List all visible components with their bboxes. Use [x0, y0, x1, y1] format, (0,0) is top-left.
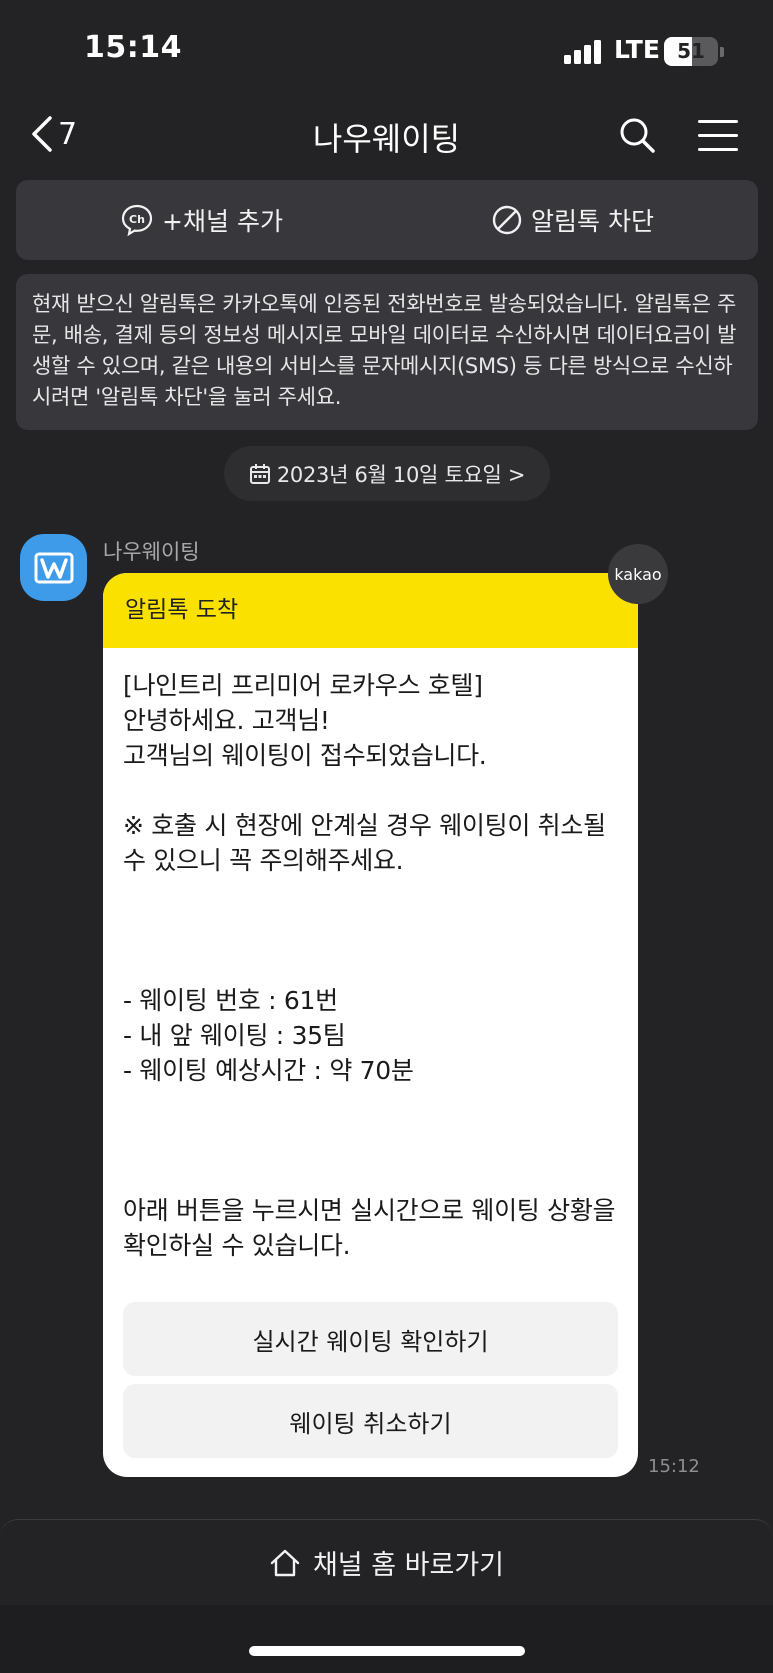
teams-ahead: - 내 앞 웨이팅 : 35팀	[123, 1021, 346, 1050]
battery-tip	[720, 47, 724, 57]
card-header: 알림톡 도착	[103, 573, 638, 648]
menu-line	[698, 134, 738, 137]
unread-count: 7	[58, 116, 78, 152]
back-button[interactable]: 7	[30, 114, 77, 154]
warning-text: ※ 호출 시 현장에 안계실 경우 웨이팅이 취소될 수 있으니 꼭 주의해주세…	[123, 811, 606, 875]
home-icon	[270, 1549, 300, 1576]
network-type: LTE	[614, 35, 660, 64]
alimtalk-notice: 현재 받으신 알림톡은 카카오톡에 인증된 전화번호로 발송되었습니다. 알림톡…	[16, 274, 758, 430]
cellular-signal-icon	[564, 40, 604, 64]
date-label: 2023년 6월 10일 토요일 >	[276, 462, 526, 487]
date-divider[interactable]: 2023년 6월 10일 토요일 >	[224, 446, 550, 501]
block-alimtalk-button[interactable]: 알림톡 차단	[387, 180, 758, 260]
estimated-time: - 웨이팅 예상시간 : 약 70분	[123, 1056, 414, 1085]
sender-avatar[interactable]	[20, 534, 87, 601]
menu-line	[698, 148, 738, 151]
card-body: [나인트리 프리미어 로카우스 호텔] 안녕하세요. 고객님! 고객님의 웨이팅…	[103, 648, 638, 1263]
message-time: 15:12	[648, 1456, 700, 1477]
search-button[interactable]	[618, 116, 656, 158]
channel-home-label: 채널 홈 바로가기	[312, 1550, 505, 1581]
add-channel-label: +채널 추가	[162, 207, 283, 236]
sender-name: 나우웨이팅	[103, 540, 200, 564]
status-time: 15:14	[84, 30, 182, 65]
block-icon	[492, 205, 522, 235]
waiting-number: - 웨이팅 번호 : 61번	[123, 986, 338, 1015]
channel-ch-icon: Ch	[121, 204, 153, 237]
chevron-left-icon	[32, 116, 52, 152]
greeting-text: 안녕하세요. 고객님!	[123, 706, 330, 735]
channel-home-button[interactable]: 채널 홈 바로가기	[0, 1519, 773, 1605]
kakao-badge: kakao	[608, 544, 668, 604]
instruction-text: 아래 버튼을 누르시면 실시간으로 웨이팅 상황을 확인하실 수 있습니다.	[123, 1196, 616, 1260]
page-title: 나우웨이팅	[312, 120, 461, 158]
battery-percent: 51	[677, 39, 705, 63]
menu-button[interactable]	[698, 120, 738, 152]
home-indicator[interactable]	[249, 1646, 525, 1656]
svg-text:Ch: Ch	[129, 213, 145, 226]
add-channel-button[interactable]: Ch +채널 추가	[16, 180, 387, 260]
search-icon	[620, 118, 655, 153]
channel-action-bar: Ch +채널 추가 알림톡 차단	[16, 180, 758, 260]
hotel-name: [나인트리 프리미어 로카우스 호텔]	[123, 671, 483, 700]
alimtalk-message-card: 알림톡 도착 [나인트리 프리미어 로카우스 호텔] 안녕하세요. 고객님! 고…	[103, 573, 638, 1477]
hamburger-menu-icon	[698, 120, 738, 123]
battery-icon: 51	[664, 37, 718, 66]
nowwaiting-logo-icon	[34, 552, 73, 583]
received-text: 고객님의 웨이팅이 접수되었습니다.	[123, 741, 487, 770]
block-alimtalk-label: 알림톡 차단	[531, 207, 654, 236]
cancel-waiting-button[interactable]: 웨이팅 취소하기	[123, 1384, 618, 1458]
calendar-icon	[249, 463, 270, 484]
bottom-safe-area	[0, 1605, 773, 1673]
check-waiting-button[interactable]: 실시간 웨이팅 확인하기	[123, 1302, 618, 1376]
